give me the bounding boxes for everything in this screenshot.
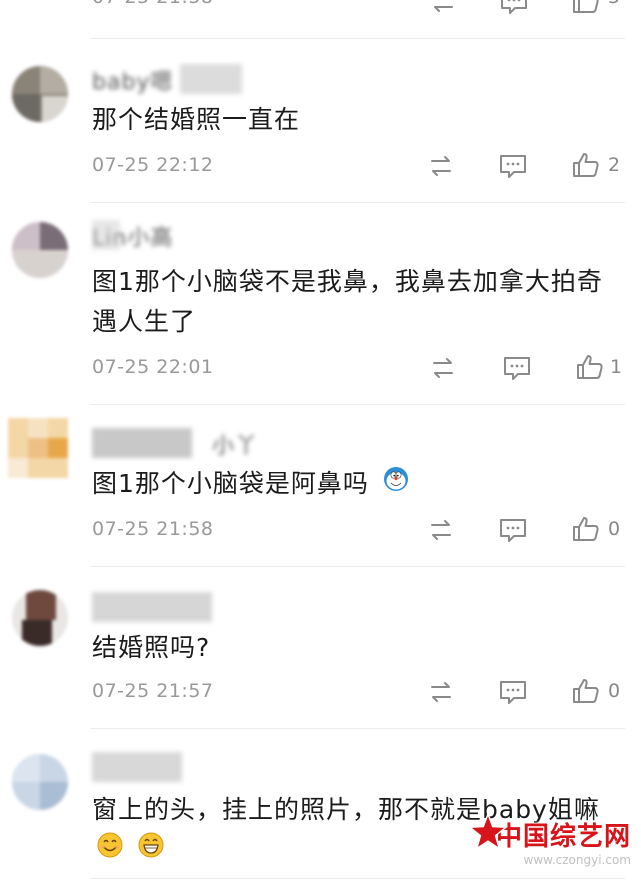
comment-text: 图1那个小脑袋是阿鼻吗 (92, 464, 611, 505)
comment-time: 07-25 21:58 (92, 0, 214, 8)
comment-time: 07-25 21:58 (92, 518, 214, 540)
smile-emoji-icon (96, 831, 124, 871)
comment-text: 结婚照吗? (92, 633, 211, 662)
avatar[interactable] (12, 66, 68, 122)
thumbs-up-icon[interactable] (570, 0, 602, 15)
comment-text-value: 图1那个小脑袋是阿鼻吗 (92, 469, 369, 498)
comment-feed: 07-25 21:58 5 baby嗯 那个结婚照一直在 07-25 22:12 (0, 0, 641, 885)
comment-icon[interactable] (498, 0, 530, 16)
avatar[interactable] (8, 418, 68, 478)
like-count: 1 (610, 356, 623, 378)
avatar[interactable] (12, 590, 68, 646)
divider (90, 566, 625, 567)
like-count: 5 (608, 0, 620, 8)
thumbs-up-icon[interactable] (570, 151, 602, 179)
like-count: 0 (608, 680, 621, 702)
repost-icon[interactable] (427, 354, 459, 382)
comment-time: 07-25 22:01 (92, 356, 214, 378)
divider (90, 202, 625, 203)
divider (90, 38, 625, 39)
watermark-url: www.czongyi.com (523, 853, 632, 867)
avatar[interactable] (12, 222, 68, 278)
thumbs-up-icon[interactable] (570, 515, 602, 543)
comment-icon[interactable] (497, 516, 529, 544)
watermark-title: 中国综艺网 (495, 822, 631, 852)
comment-icon[interactable] (497, 152, 529, 180)
comment-time: 07-25 21:57 (92, 680, 214, 702)
avatar[interactable] (12, 754, 68, 810)
repost-icon[interactable] (425, 678, 457, 706)
repost-icon[interactable] (427, 0, 459, 16)
divider (90, 878, 625, 879)
star-icon (467, 811, 508, 856)
comment-text: 图1那个小脑袋不是我鼻，我鼻去加拿大拍奇遇人生了 (92, 267, 603, 336)
site-watermark: 中国综艺网 www.czongyi.com (467, 811, 632, 867)
username[interactable]: baby嗯 (92, 64, 242, 94)
repost-icon[interactable] (425, 152, 457, 180)
like-count: 0 (608, 518, 621, 540)
doraemon-emoji-icon (382, 465, 410, 505)
username[interactable] (92, 592, 212, 622)
thumbs-up-icon[interactable] (570, 677, 602, 705)
divider (90, 728, 625, 729)
username[interactable]: 小丫 (92, 428, 262, 458)
repost-icon[interactable] (425, 516, 457, 544)
thumbs-up-icon[interactable] (574, 353, 606, 381)
comment-icon[interactable] (497, 678, 529, 706)
divider (90, 404, 625, 405)
username[interactable] (92, 752, 182, 782)
comment-time: 07-25 22:12 (92, 154, 214, 176)
grin-emoji-icon (137, 831, 165, 871)
username[interactable]: Lin小高 (92, 220, 182, 250)
comment-text: 那个结婚照一直在 (92, 105, 301, 134)
like-count: 2 (608, 154, 621, 176)
comment-icon[interactable] (501, 354, 533, 382)
